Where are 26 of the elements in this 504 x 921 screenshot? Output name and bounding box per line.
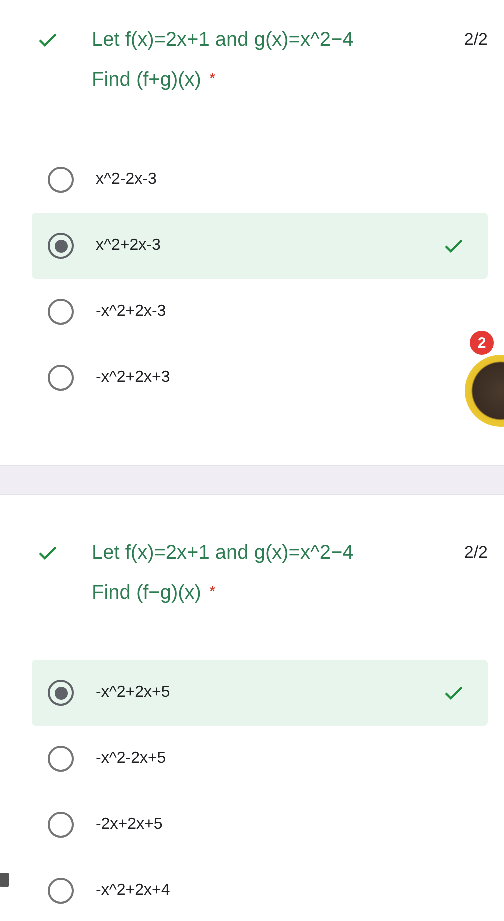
question-subtitle: Find (f−g)(x) (92, 582, 202, 604)
required-asterisk: * (209, 71, 216, 89)
option-label: -x^2+2x+4 (96, 882, 172, 900)
radio-button[interactable] (48, 680, 74, 706)
option-label: -x^2+2x-3 (96, 303, 168, 321)
question-subtitle: Find (f+g)(x) (92, 68, 202, 92)
option-label: x^2+2x-3 (96, 237, 162, 255)
notification-badge: 2 (470, 331, 494, 355)
option-label: -x^2-2x+5 (96, 750, 168, 768)
radio-button[interactable] (48, 233, 74, 259)
radio-button[interactable] (48, 878, 74, 904)
option-label: -x^2+2x+5 (96, 684, 172, 702)
radio-button[interactable] (48, 812, 74, 838)
question-title: Let f(x)=2x+1 and g(x)=x^2−4 (92, 542, 354, 564)
radio-button[interactable] (48, 365, 74, 391)
required-asterisk: * (209, 584, 216, 602)
radio-button[interactable] (48, 746, 74, 772)
question-title: Let f(x)=2x+1 and g(x)=x^2−4 (92, 28, 354, 52)
option-label: -2x+2x+5 (96, 816, 164, 834)
option-label: -x^2+2x+3 (96, 369, 172, 387)
option-label: x^2-2x-3 (96, 171, 158, 189)
question-score: 2/2 (464, 30, 488, 50)
question-score: 2/2 (464, 543, 488, 563)
edge-icon (0, 873, 9, 887)
radio-button[interactable] (48, 299, 74, 325)
radio-button[interactable] (48, 167, 74, 193)
